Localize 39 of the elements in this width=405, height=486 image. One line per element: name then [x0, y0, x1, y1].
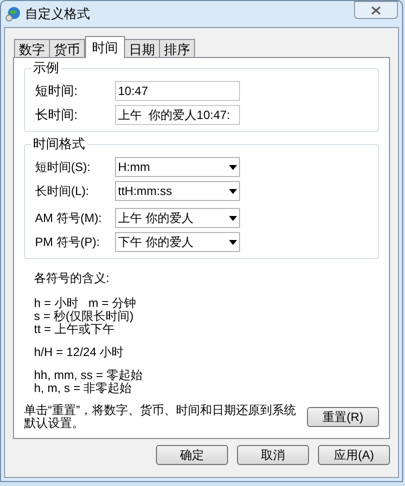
field-label: 短时间(S): — [34, 159, 92, 176]
legend-title: 各符号的含义: — [34, 270, 110, 287]
legend-line: tt = 上午或下午 — [34, 323, 116, 336]
tab[interactable]: 时间 — [85, 36, 125, 58]
dropdown-arrow-icon — [229, 188, 237, 194]
tab[interactable]: 货币 — [49, 39, 85, 57]
close-icon — [371, 6, 381, 14]
tab[interactable]: 数字 — [14, 39, 50, 57]
legend-line: h/H = 12/24 小时 — [34, 346, 125, 359]
dialog-button[interactable]: 确定 — [156, 445, 228, 465]
dialog-button[interactable]: 应用(A) — [318, 445, 390, 465]
example-field: 10:47 — [115, 81, 240, 101]
field-label: 长时间(L): — [34, 183, 90, 200]
legend-line: s = 秒(仅限长时间) — [34, 310, 135, 323]
field-label: PM 符号(P): — [34, 234, 101, 251]
field-label: AM 符号(M): — [34, 210, 103, 227]
dialog-button[interactable]: 取消 — [237, 445, 309, 465]
tab[interactable]: 日期 — [124, 39, 160, 57]
example-field: 上午 你的爱人10:47: — [115, 105, 240, 125]
legend-line: h, m, s = 非零起始 — [34, 382, 133, 395]
format-title: 时间格式 — [31, 136, 87, 152]
legend-line: hh, mm, ss = 零起始 — [34, 369, 144, 382]
reset-button[interactable]: 重置(R) — [307, 407, 379, 427]
globe-icon — [5, 6, 21, 22]
dropdown-arrow-icon — [229, 216, 237, 220]
window-title: 自定义格式 — [25, 5, 90, 24]
legend-line: h = 小时 m = 分钟 — [34, 297, 138, 310]
format-dropdown[interactable]: H:mm — [115, 157, 240, 177]
dropdown-arrow-icon — [229, 240, 237, 244]
format-dropdown[interactable]: ttH:mm:ss — [115, 181, 240, 201]
field-label: 长时间: — [34, 106, 79, 124]
tab[interactable]: 排序 — [159, 39, 195, 57]
format-dropdown[interactable]: 上午 你的爱人 — [115, 208, 240, 228]
dropdown-arrow-icon — [229, 164, 237, 170]
field-label: 短时间: — [34, 82, 79, 100]
close-button[interactable] — [354, 1, 398, 19]
reset-note: 单击“重置”，将数字、货币、时间和日期还原到系统默认设置。 — [24, 404, 297, 430]
format-dropdown[interactable]: 下午 你的爱人 — [115, 232, 240, 252]
example-title: 示例 — [31, 60, 61, 76]
